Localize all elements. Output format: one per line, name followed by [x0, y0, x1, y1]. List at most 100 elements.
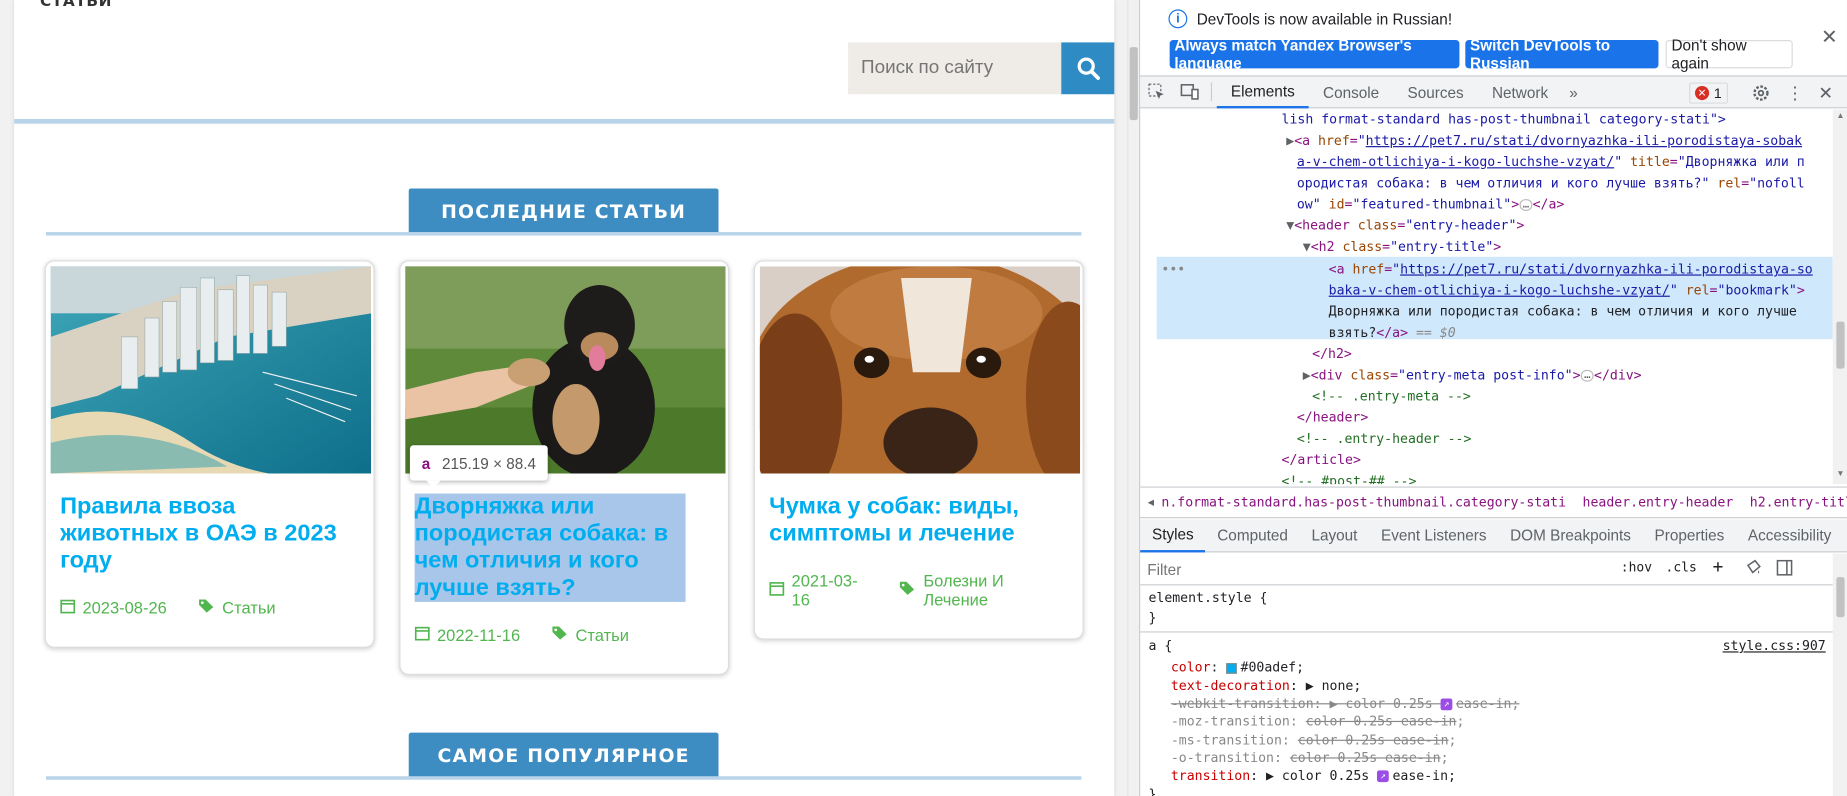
more-options-icon[interactable]: ⋮ — [1781, 77, 1809, 110]
tree-node-selected-a[interactable]: <a href="https://pet7.ru/stati/dvornyazh… — [1329, 259, 1813, 280]
search-button[interactable] — [1061, 42, 1115, 95]
collapsed-content-icon[interactable]: … — [1580, 369, 1595, 382]
breadcrumb-item[interactable]: header.entry-header — [1583, 495, 1734, 510]
article-category-link[interactable]: Статьи — [222, 598, 275, 617]
tab-properties[interactable]: Properties — [1643, 519, 1736, 552]
article-category-link[interactable]: Статьи — [575, 625, 628, 644]
article-category-link[interactable]: Болезни И Лечение — [923, 571, 1061, 609]
tab-sources[interactable]: Sources — [1393, 75, 1477, 108]
inspect-element-icon[interactable] — [1140, 75, 1173, 108]
node-actions-icon[interactable]: ••• — [1161, 259, 1185, 280]
tree-node-header[interactable]: ▼<header class="entry-header"> — [1286, 216, 1524, 237]
tab-elements[interactable]: Elements — [1216, 75, 1309, 109]
more-tabs-button[interactable]: » — [1562, 75, 1585, 108]
tooltip-size: 215.19 × 88.4 — [441, 454, 537, 472]
error-count: 1 — [1713, 84, 1722, 102]
error-icon: ✕ — [1694, 85, 1710, 101]
easing-editor-icon[interactable]: ↗ — [1440, 698, 1453, 711]
article-meta: 2023-08-26 Статьи — [60, 598, 359, 617]
search-input[interactable] — [848, 42, 1062, 95]
infobar-message: DevTools is now available in Russian! — [1196, 10, 1453, 29]
section-title-latest: ПОСЛЕДНИЕ СТАТЬИ — [408, 188, 719, 234]
section-label-stati: СТАТЬИ — [40, 0, 113, 11]
tree-node-entry-meta[interactable]: ▶<div class="entry-meta post-info">… </di… — [1303, 365, 1642, 386]
tab-network[interactable]: Network — [1478, 75, 1562, 108]
article-date: 2023-08-26 — [82, 598, 167, 618]
elements-tree: lish format-standard has-post-thumbnail … — [1140, 110, 1833, 485]
collapsed-content-icon[interactable]: … — [1519, 199, 1533, 211]
site-search — [848, 42, 1115, 95]
tree-line: </h2> — [1312, 346, 1352, 362]
tree-line: </header> — [1296, 409, 1369, 426]
article-date: 2022-11-16 — [437, 625, 521, 645]
scrollbar-thumb[interactable] — [1836, 321, 1845, 369]
article-thumbnail[interactable] — [50, 266, 372, 474]
tab-dom-breakpoints[interactable]: DOM Breakpoints — [1498, 519, 1642, 552]
close-infobar-icon[interactable]: ✕ — [1821, 26, 1838, 50]
device-toolbar-icon[interactable] — [1173, 75, 1206, 108]
close-devtools-icon[interactable]: ✕ — [1812, 77, 1840, 110]
tab-accessibility[interactable]: Accessibility — [1736, 519, 1843, 552]
article-thumbnail[interactable] — [759, 266, 1081, 474]
article-title-link[interactable]: Чумка у собак: виды, симптомы и лечение — [769, 494, 1068, 548]
tab-styles[interactable]: Styles — [1140, 519, 1206, 552]
settings-gear-icon[interactable] — [1747, 77, 1775, 110]
tab-console[interactable]: Console — [1309, 75, 1393, 108]
article-thumbnail[interactable] — [405, 266, 726, 474]
css-declaration-overridden[interactable]: -webkit-transition: ▶ color 0.25s ↗ ease-… — [1171, 695, 1520, 713]
switch-to-russian-button[interactable]: Switch DevTools to Russian — [1465, 37, 1659, 72]
css-selector-element-style[interactable]: element.style { — [1148, 589, 1267, 607]
dont-show-again-button[interactable]: Don't show again — [1665, 37, 1793, 72]
toolbar-separator — [1210, 82, 1213, 102]
article-card: Правила ввоза животных в ОАЭ в 2023 году… — [44, 260, 375, 648]
section-underline — [45, 776, 1082, 780]
breadcrumb-item[interactable]: n.format-standard.has-post-thumbnail.cat… — [1161, 495, 1566, 510]
tree-line: a-v-chem-otlichiya-i-kogo-luchshe-vzyat/… — [1296, 154, 1805, 170]
tab-event-listeners[interactable]: Event Listeners — [1369, 519, 1498, 552]
calendar-icon — [60, 598, 76, 617]
color-swatch[interactable] — [1226, 662, 1237, 674]
css-declaration[interactable]: text-decoration: ▶ none; — [1171, 677, 1361, 695]
section-title-popular: САМОЕ ПОПУЛЯРНОЕ — [408, 732, 719, 778]
elements-scrollbar[interactable]: ▲ ▼ — [1832, 109, 1847, 485]
scrollbar-thumb[interactable] — [1836, 577, 1845, 618]
calendar-icon — [414, 625, 430, 644]
css-declaration-invalid[interactable]: -o-transition: color 0.25s ease-in; — [1171, 749, 1449, 767]
tree-comment: <!-- .entry-header --> — [1296, 431, 1472, 447]
tree-comment: <!-- .entry-meta --> — [1312, 388, 1471, 405]
tab-computed[interactable]: Computed — [1205, 519, 1299, 552]
article-title-link[interactable]: Дворняжка или породистая собака: в чем о… — [414, 493, 686, 602]
article-title-link[interactable]: Правила ввоза животных в ОАЭ в 2023 году — [60, 494, 359, 575]
always-match-language-button[interactable]: Always match Yandex Browser's language — [1169, 37, 1460, 72]
tree-node-featured-thumbnail[interactable]: ▶<a href="https://pet7.ru/stati/dvornyaz… — [1286, 131, 1802, 152]
chevron-left-icon[interactable]: ◀ — [1140, 496, 1161, 508]
paint-bucket-icon[interactable] — [1746, 559, 1762, 580]
styles-pane: element.style { } a { style.css:907 colo… — [1140, 587, 1833, 796]
styles-filter-input[interactable] — [1147, 558, 1607, 581]
css-declaration-invalid[interactable]: -moz-transition: color 0.25s ease-in; — [1171, 713, 1465, 731]
scrollbar-thumb[interactable] — [1129, 47, 1138, 121]
tree-line: lish format-standard has-post-thumbnail … — [1281, 111, 1726, 128]
tab-layout[interactable]: Layout — [1300, 519, 1370, 552]
easing-editor-icon[interactable]: ↗ — [1377, 770, 1389, 783]
page-scrollbar[interactable] — [1127, 0, 1140, 796]
new-style-rule-icon[interactable]: + — [1713, 556, 1724, 577]
styles-scrollbar[interactable] — [1832, 553, 1847, 796]
css-source-link[interactable]: style.css:907 — [1723, 637, 1826, 655]
tree-node-h2[interactable]: ▼<h2 class="entry-title"> — [1303, 237, 1501, 258]
class-toggle[interactable]: .cls — [1666, 560, 1697, 575]
hover-state-toggle[interactable]: :hov — [1621, 560, 1652, 575]
breadcrumb-item[interactable]: h2.entry-title — [1750, 495, 1847, 510]
css-declaration[interactable]: color: #00adef; — [1171, 658, 1304, 676]
language-infobar: i DevTools is now available in Russian! … — [1140, 0, 1847, 76]
tree-comment: <!-- #post-## --> — [1281, 473, 1417, 485]
css-brace: } — [1148, 786, 1157, 796]
css-selector-a[interactable]: a { — [1148, 637, 1172, 655]
search-icon — [1076, 57, 1100, 80]
error-count-badge[interactable]: ✕ 1 — [1689, 82, 1728, 104]
toggle-sidebar-icon[interactable] — [1776, 559, 1793, 580]
devtools-panel: i DevTools is now available in Russian! … — [1139, 0, 1847, 796]
css-declaration-invalid[interactable]: -ms-transition: color 0.25s ease-in; — [1171, 731, 1457, 749]
tag-icon — [197, 598, 215, 617]
css-declaration[interactable]: transition: ▶ color 0.25s ↗ ease-in; — [1171, 767, 1456, 785]
